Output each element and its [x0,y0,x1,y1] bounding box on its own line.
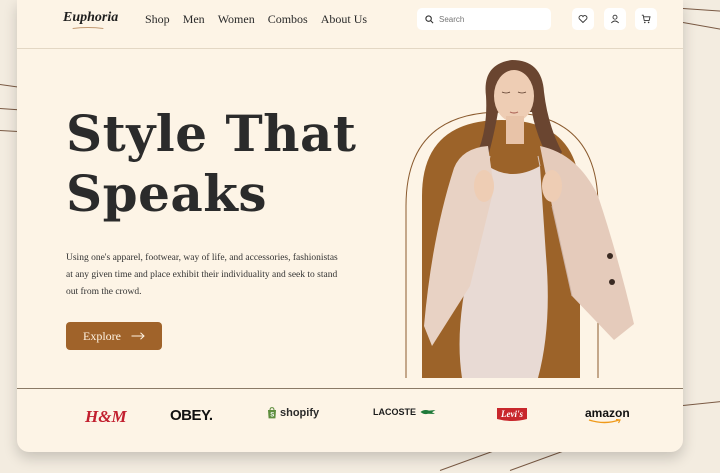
background-line [682,8,720,12]
menu-item-combos[interactable]: Combos [268,12,308,27]
search-box[interactable] [417,8,551,30]
menu-item-shop[interactable]: Shop [145,12,170,27]
top-navigation: Euphoria Shop Men Women Combos About Us [17,0,683,49]
background-line [0,108,18,111]
explore-button-label: Explore [83,328,121,343]
wishlist-button[interactable] [572,8,594,30]
amazon-smile-icon [588,419,621,424]
hero-model-image [405,60,634,378]
search-icon [425,14,434,23]
menu-item-about-us[interactable]: About Us [321,12,367,27]
cart-button[interactable] [635,8,657,30]
hero-description: Using one's apparel, footwear, way of li… [66,253,338,297]
background-line [509,449,567,471]
background-line [0,130,19,132]
main-menu: Shop Men Women Combos About Us [145,12,367,27]
brand-strip: H&M OBEY. S shopify LACOSTE Levi's amazo… [17,388,683,449]
menu-item-men[interactable]: Men [183,12,205,27]
brand-logo[interactable]: Euphoria [63,10,118,26]
browser-frame: Euphoria Shop Men Women Combos About Us [17,0,683,452]
shopify-bag-icon: S [268,407,276,419]
headline-line-1: Style That [66,104,357,163]
headline-line-2: Speaks [66,164,268,223]
brand-logo-obey[interactable]: OBEY. [170,407,213,424]
background-line [439,449,497,471]
brand-logo-hm[interactable]: H&M [85,407,127,427]
crocodile-icon [420,410,436,415]
brand-logo-levis[interactable]: Levi's [496,407,528,421]
brand-logo-lacoste[interactable]: LACOSTE [373,407,436,417]
hero-headline: Style That Speaks [66,104,357,224]
logo-underline [72,27,104,29]
heart-icon [578,15,588,24]
account-button[interactable] [604,8,626,30]
explore-button[interactable]: Explore [66,322,162,350]
search-input[interactable] [439,14,539,24]
arrow-right-icon [131,332,145,340]
user-icon [610,14,620,24]
background-line [682,400,720,406]
cart-icon [641,14,651,24]
brand-logo-amazon[interactable]: amazon [585,407,630,425]
brand-logo-shopify[interactable]: S shopify [267,407,319,419]
background-line [0,84,18,88]
menu-item-women[interactable]: Women [218,12,255,27]
background-line [682,22,720,30]
svg-text:S: S [270,412,274,418]
